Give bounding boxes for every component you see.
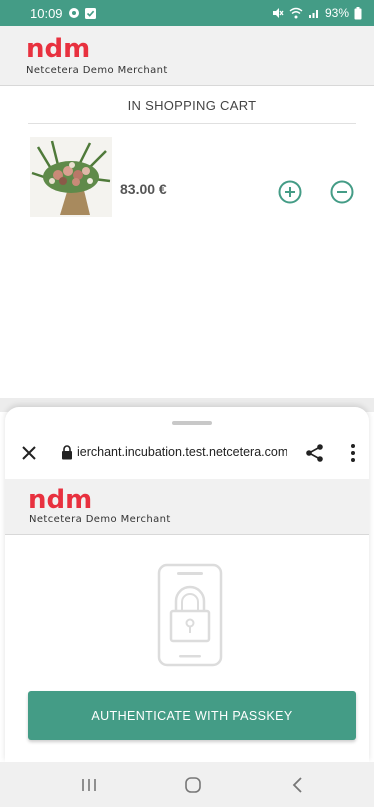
check-box-icon (84, 7, 96, 19)
increase-quantity-button[interactable] (278, 180, 302, 204)
close-icon (22, 446, 36, 460)
sync-icon (68, 7, 80, 19)
home-button[interactable] (184, 776, 202, 794)
authenticate-with-passkey-button[interactable]: AUTHENTICATE WITH PASSKEY (28, 691, 356, 740)
sheet-merchant-header: ndm Netcetera Demo Merchant (5, 479, 369, 535)
merchant-logo[interactable]: ndm (28, 485, 92, 515)
back-icon (292, 777, 302, 793)
battery-level: 93% (324, 6, 349, 20)
more-options-button[interactable] (350, 443, 356, 463)
navigation-bar (0, 762, 374, 807)
wifi-icon (289, 7, 303, 19)
status-time: 10:09 (30, 5, 63, 21)
decrease-quantity-button[interactable] (330, 180, 354, 204)
lock-icon[interactable] (61, 445, 73, 460)
product-image (30, 137, 112, 217)
drag-handle[interactable] (172, 421, 212, 425)
share-icon (306, 444, 323, 462)
battery-icon (354, 6, 362, 20)
more-vert-icon (351, 444, 355, 462)
share-button[interactable] (305, 443, 325, 463)
plus-circle-icon (278, 180, 302, 204)
mute-icon (272, 7, 284, 19)
url-bar: ierchant.incubation.test.netcetera.com (5, 433, 369, 473)
signal-icon (308, 7, 320, 19)
merchant-name: Netcetera Demo Merchant (29, 514, 171, 525)
merchant-logo[interactable]: ndm (26, 34, 90, 64)
url-text[interactable]: ierchant.incubation.test.netcetera.com (77, 445, 287, 459)
status-bar: 10:09 93% (0, 0, 374, 26)
close-button[interactable] (21, 445, 37, 461)
home-icon (185, 777, 201, 793)
minus-circle-icon (330, 180, 354, 204)
phone-lock-icon (157, 563, 223, 667)
item-price: 83.00 € (120, 181, 167, 197)
cart-title: IN SHOPPING CART (28, 98, 356, 124)
app-header: ndm Netcetera Demo Merchant (0, 26, 374, 86)
recent-apps-button[interactable] (80, 776, 98, 794)
merchant-name: Netcetera Demo Merchant (26, 65, 168, 76)
recent-apps-icon (82, 779, 96, 791)
back-button[interactable] (290, 776, 304, 794)
custom-tab-sheet: ierchant.incubation.test.netcetera.com n… (5, 407, 369, 762)
cart-item: 83.00 € (28, 137, 356, 219)
